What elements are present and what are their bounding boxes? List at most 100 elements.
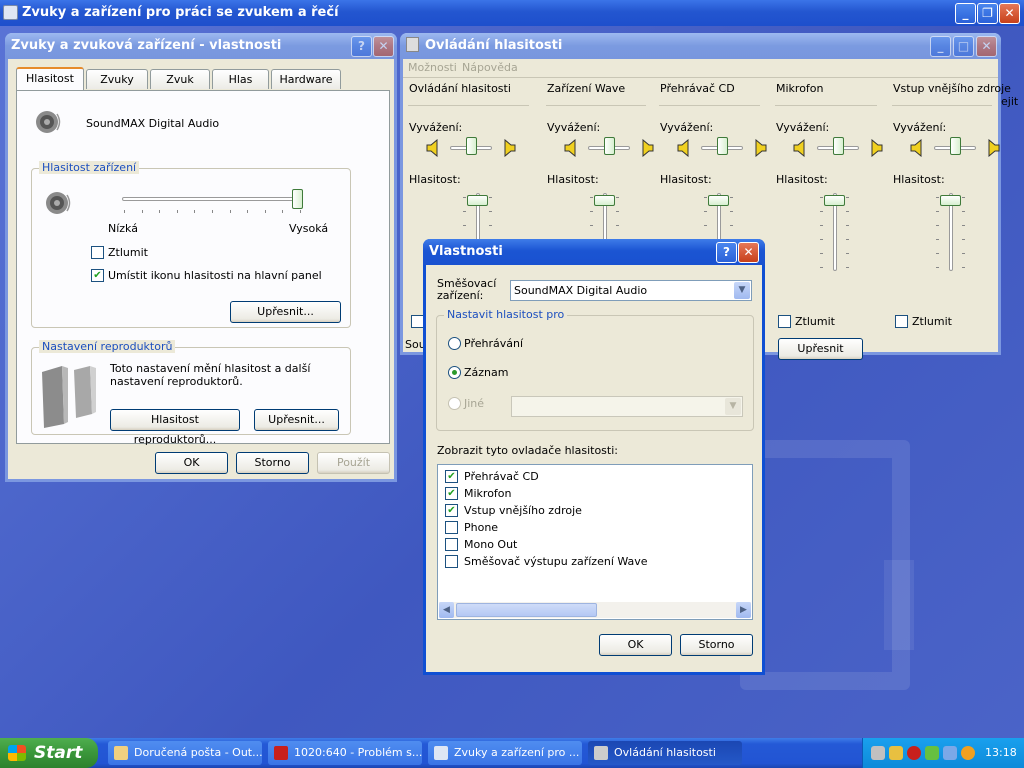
sound-properties-window: Zvuky a zvuková zařízení - vlastnosti ? … (5, 33, 397, 482)
scroll-thumb[interactable] (456, 603, 597, 617)
ok-button[interactable]: OK (155, 452, 228, 474)
mixer-dropdown[interactable]: SoundMAX Digital Audio ▼ (510, 280, 752, 301)
balance-thumb[interactable] (466, 137, 477, 155)
speaker-advanced-button[interactable]: Upřesnit... (254, 409, 339, 431)
minimize-button[interactable]: _ (955, 3, 976, 24)
controls-list: ✔ Přehrávač CD ✔ Mikrofon ✔ Vstup vnějšího… (437, 464, 753, 620)
mute-label: Ztlumit (912, 315, 952, 328)
volume-tick (616, 225, 619, 226)
tab-audio[interactable]: Zvuk (150, 69, 210, 89)
sound-properties-title: Zvuky a zvuková zařízení - vlastnosti (11, 38, 282, 53)
volume-thumb[interactable] (824, 195, 845, 206)
speaker-volume-button[interactable]: Hlasitost reproduktorů... (110, 409, 240, 446)
balance-label: Vyvážení: (776, 121, 830, 134)
security-tray-icon[interactable] (889, 746, 903, 760)
tab-sounds[interactable]: Zvuky (86, 69, 148, 89)
list-item[interactable]: ✔ Vstup vnějšího zdroje (445, 503, 735, 518)
printer-tray-icon[interactable] (871, 746, 885, 760)
balance-label: Vyvážení: (893, 121, 947, 134)
volume-control-titlebar[interactable]: Ovládání hlasitosti _ □ ✕ (400, 33, 1001, 59)
tab-voice[interactable]: Hlas (212, 69, 269, 89)
balance-thumb[interactable] (950, 137, 961, 155)
volume-thumb[interactable] (467, 195, 488, 206)
volume-thumb[interactable] (594, 195, 615, 206)
volume-tick (463, 211, 466, 212)
taskbar-button[interactable]: Doručená pošta - Out... (108, 741, 262, 765)
list-item-checkbox[interactable]: ✔ (445, 487, 458, 500)
opera-tray-icon[interactable] (907, 746, 921, 760)
list-item[interactable]: Phone (445, 520, 735, 535)
help-button[interactable]: ? (351, 36, 372, 57)
dialog-cancel-button[interactable]: Storno (680, 634, 753, 656)
list-item[interactable]: ✔ Mikrofon (445, 486, 735, 501)
tab-volume[interactable]: Hlasitost (16, 67, 84, 90)
scroll-left-icon[interactable]: ◀ (439, 602, 454, 618)
taskbar-button[interactable]: 1020:640 - Problém s... (268, 741, 422, 765)
restore-button[interactable]: ❐ (977, 3, 998, 24)
advanced-button[interactable]: Upřesnit (778, 338, 863, 360)
vc-maximize-button[interactable]: □ (953, 36, 974, 57)
device-volume-thumb[interactable] (292, 189, 303, 209)
network-tray-icon[interactable] (925, 746, 939, 760)
apply-button[interactable]: Použít (317, 452, 390, 474)
volume-tick (616, 197, 619, 198)
device-advanced-button[interactable]: Upřesnit... (230, 301, 341, 323)
balance-thumb[interactable] (604, 137, 615, 155)
vc-minimize-button[interactable]: _ (930, 36, 951, 57)
volume-thumb[interactable] (708, 195, 729, 206)
mute-checkbox[interactable] (91, 246, 104, 259)
list-item-checkbox[interactable]: ✔ (445, 470, 458, 483)
vc-menu-help[interactable]: Nápověda (462, 61, 518, 74)
list-item-checkbox[interactable] (445, 538, 458, 551)
tray-icon-checkbox[interactable]: ✔ (91, 269, 104, 282)
volume-tray-icon[interactable] (961, 746, 975, 760)
radio-other[interactable] (448, 397, 461, 410)
list-item[interactable]: ✔ Přehrávač CD (445, 469, 735, 484)
list-item-checkbox[interactable] (445, 521, 458, 534)
vc-menu-options[interactable]: Možnosti (408, 61, 457, 74)
list-item[interactable]: Směšovač výstupu zařízení Wave (445, 554, 735, 569)
volume-thumb[interactable] (940, 195, 961, 206)
balance-thumb[interactable] (717, 137, 728, 155)
volume-tick (463, 225, 466, 226)
volume-label: Hlasitost: (547, 173, 599, 186)
properties-dialog-titlebar[interactable]: Vlastnosti ? ✕ (423, 239, 765, 265)
dialog-help-button[interactable]: ? (716, 242, 737, 263)
volume-tick (704, 225, 707, 226)
dialog-ok-button[interactable]: OK (599, 634, 672, 656)
sound-properties-titlebar[interactable]: Zvuky a zvuková zařízení - vlastnosti ? … (5, 33, 397, 59)
scroll-right-icon[interactable]: ▶ (736, 602, 751, 618)
tab-hardware[interactable]: Hardware (271, 69, 341, 89)
mute-checkbox[interactable] (895, 315, 908, 328)
taskbar-button[interactable]: Ovládání hlasitosti (588, 741, 742, 765)
list-item[interactable]: Mono Out (445, 537, 735, 552)
main-window-titlebar[interactable]: Zvuky a zařízení pro práci se zvukem a ř… (0, 0, 1024, 26)
volume-speaker-icon (46, 192, 71, 214)
taskbar-button[interactable]: Zvuky a zařízení pro ... (428, 741, 582, 765)
volume-tick (159, 210, 161, 213)
volume-tick (616, 211, 619, 212)
horizontal-scrollbar[interactable]: ◀ ▶ (439, 602, 751, 618)
device-volume-group: Hlasitost zařízení Nízká Vysoká Ztlumit … (31, 161, 351, 328)
volume-tick (247, 210, 249, 213)
column-name: Zařízení Wave (547, 82, 626, 95)
sp-close-button[interactable]: ✕ (373, 36, 394, 57)
volume-label: Hlasitost: (409, 173, 461, 186)
mute-checkbox[interactable] (778, 315, 791, 328)
radio-playback[interactable] (448, 337, 461, 350)
list-item-checkbox[interactable] (445, 555, 458, 568)
volume-column: Mikrofon Vyvážení: Hlasitost: Ztlumit Upř… (773, 79, 885, 360)
balance-thumb[interactable] (833, 137, 844, 155)
display-tray-icon[interactable] (943, 746, 957, 760)
other-dropdown[interactable]: ▼ (511, 396, 743, 417)
vc-close-button[interactable]: ✕ (976, 36, 997, 57)
start-button[interactable]: Start (0, 738, 98, 768)
close-button[interactable]: ✕ (999, 3, 1020, 24)
volume-tick (962, 267, 965, 268)
list-item-checkbox[interactable]: ✔ (445, 504, 458, 517)
radio-record[interactable] (448, 366, 461, 379)
volume-column: Vstup vnějšího zdroje Vyvážení: Hlasitos… (890, 79, 1011, 349)
volume-tick (704, 197, 707, 198)
cancel-button[interactable]: Storno (236, 452, 309, 474)
dialog-close-button[interactable]: ✕ (738, 242, 759, 263)
